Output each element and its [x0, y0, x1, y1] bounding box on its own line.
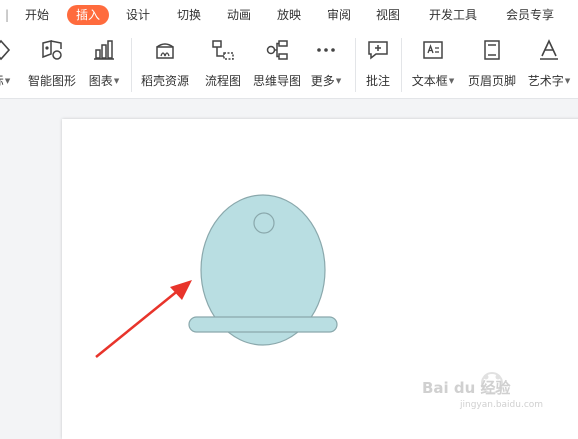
tab-animation[interactable]: 动画 — [227, 5, 251, 25]
mindmap-label: 思维导图 — [252, 74, 301, 88]
tab-member[interactable]: 会员专享 — [506, 5, 554, 25]
more-label: 更多 — [310, 74, 335, 88]
daoke-icon — [156, 43, 174, 59]
daoke-label: 稻壳资源 — [140, 74, 189, 88]
watermark-url: jingyan.baidu.com — [460, 400, 544, 410]
tab-home[interactable]: 开始 — [25, 5, 49, 25]
tab-view[interactable]: 视图 — [376, 5, 400, 25]
tab-developer[interactable]: 开发工具 — [429, 5, 477, 25]
shapes-button[interactable]: 标▼ — [0, 36, 20, 92]
ribbon-divider — [355, 38, 356, 92]
tab-design[interactable]: 设计 — [126, 5, 150, 25]
comment-icon — [368, 41, 388, 60]
shapes-label: 标 — [0, 74, 4, 88]
flowchart-label: 流程图 — [204, 74, 241, 88]
smartart-button[interactable]: 智能图形 — [26, 36, 78, 92]
mindmap-button[interactable]: 思维导图 — [250, 36, 304, 92]
smartart-label: 智能图形 — [27, 74, 76, 88]
editing-canvas: Bai du 经验 jingyan.baidu.com — [0, 99, 578, 439]
wordart-button[interactable]: 艺术字▼ — [524, 36, 574, 92]
textbox-button[interactable]: 文本框▼ — [408, 36, 458, 92]
tab-insert[interactable]: 插入 — [67, 5, 110, 25]
textbox-icon — [423, 41, 443, 59]
header-footer-label: 页眉页脚 — [467, 74, 516, 88]
flowchart-button[interactable]: 流程图 — [201, 36, 245, 92]
more-button[interactable]: 更多▼ — [306, 36, 346, 92]
ribbon-divider — [401, 38, 402, 92]
shapes-icon — [0, 39, 11, 61]
helmet-knob-shape[interactable] — [253, 212, 275, 234]
header-footer-button[interactable]: 页眉页脚 — [464, 36, 520, 92]
textbox-label: 文本框 — [411, 74, 448, 88]
ribbon-divider — [131, 38, 132, 92]
red-arrow-annotation — [95, 280, 192, 358]
chart-button[interactable]: 图表▼ — [84, 36, 124, 92]
comment-label: 批注 — [365, 74, 390, 88]
tab-slideshow[interactable]: 放映 — [277, 5, 301, 25]
wordart-icon — [540, 39, 558, 60]
flowchart-icon — [212, 40, 234, 60]
menu-bar: | 开始 插入 设计 切换 动画 放映 审阅 视图 开发工具 会员专享 — [0, 0, 578, 30]
slide[interactable]: Bai du 经验 jingyan.baidu.com — [62, 119, 578, 439]
ribbon-toolbar: 标▼ 智能图形 图表▼ 稻壳资源 — [0, 30, 578, 99]
tab-transition[interactable]: 切换 — [177, 5, 201, 25]
mindmap-icon — [266, 40, 288, 60]
chart-icon — [94, 40, 114, 60]
header-footer-icon — [484, 40, 500, 60]
menu-overflow-marker: | — [4, 8, 10, 22]
helmet-brim-shape[interactable] — [188, 316, 338, 333]
tab-review[interactable]: 审阅 — [327, 5, 351, 25]
chart-label: 图表 — [88, 74, 113, 88]
smartart-icon — [42, 40, 62, 60]
more-icon — [317, 48, 335, 52]
wordart-label: 艺术字 — [527, 74, 564, 88]
comment-button[interactable]: 批注 — [362, 36, 394, 92]
daoke-resources-button[interactable]: 稻壳资源 — [138, 36, 192, 92]
watermark-brand: Bai du 经验 — [422, 379, 511, 397]
